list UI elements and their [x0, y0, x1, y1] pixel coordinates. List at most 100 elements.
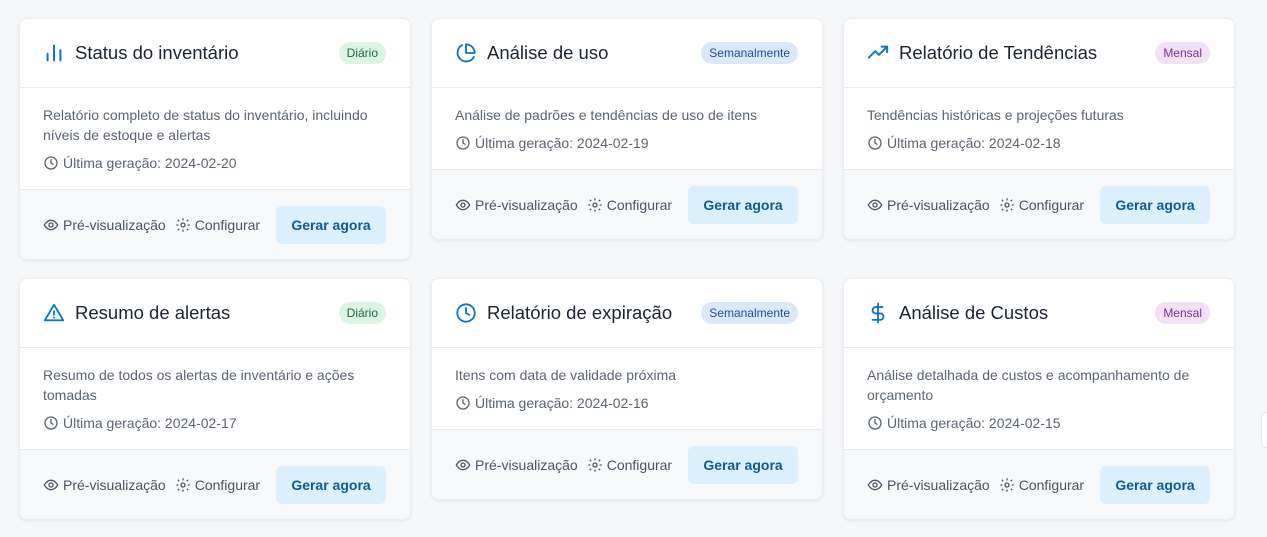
side-panel-handle[interactable] — [1261, 412, 1267, 448]
report-card-grid: Status do inventário Diário Relatório co… — [19, 18, 1235, 520]
card-header: Relatório de expiração Semanalmente — [432, 279, 822, 348]
preview-label: Pré-visualização — [63, 216, 166, 233]
frequency-badge: Semanalmente — [701, 302, 798, 324]
preview-label: Pré-visualização — [475, 456, 578, 473]
card-footer: Pré-visualização Configurar Gerar agora — [844, 449, 1234, 519]
frequency-badge: Semanalmente — [701, 42, 798, 64]
eye-icon — [867, 199, 883, 210]
configure-label: Configurar — [1018, 476, 1085, 493]
preview-button[interactable]: Pré-visualização — [455, 457, 578, 473]
card-footer: Pré-visualização Configurar Gerar agora — [20, 449, 410, 519]
report-card: Relatório de Tendências Mensal Tendência… — [843, 18, 1235, 240]
last-generated: Última geração: 2024-02-20 — [43, 153, 386, 173]
configure-label: Configurar — [194, 476, 261, 493]
clock-icon — [868, 136, 882, 150]
clock-icon — [44, 156, 58, 170]
gear-icon — [588, 457, 602, 472]
clock-icon — [456, 136, 470, 150]
report-card: Resumo de alertas Diário Resumo de todos… — [19, 278, 411, 520]
card-description: Tendências históricas e projeções futura… — [867, 107, 1124, 123]
configure-button[interactable]: Configurar — [587, 197, 672, 213]
generate-now-button[interactable]: Gerar agora — [276, 205, 386, 244]
last-generated-text: Última geração: 2024-02-16 — [475, 395, 649, 411]
frequency-badge: Mensal — [1155, 302, 1210, 324]
card-body: Tendências históricas e projeções futura… — [844, 88, 1234, 153]
frequency-badge: Diário — [338, 42, 386, 64]
card-footer: Pré-visualização Configurar Gerar agora — [432, 169, 822, 239]
card-footer: Pré-visualização Configurar Gerar agora — [844, 169, 1234, 239]
pie-chart-icon — [455, 42, 477, 64]
card-footer: Pré-visualização Configurar Gerar agora — [20, 189, 410, 259]
gear-icon — [176, 217, 190, 232]
clock-icon — [455, 302, 477, 324]
last-generated-text: Última geração: 2024-02-19 — [475, 135, 649, 151]
last-generated: Última geração: 2024-02-17 — [43, 413, 386, 433]
last-generated-text: Última geração: 2024-02-17 — [63, 415, 237, 431]
gear-icon — [176, 477, 190, 492]
preview-button[interactable]: Pré-visualização — [455, 197, 578, 213]
card-description: Análise detalhada de custos e acompanham… — [867, 367, 1190, 403]
card-title: Análise de uso — [487, 42, 609, 63]
clock-icon — [868, 416, 882, 430]
card-title: Resumo de alertas — [75, 302, 231, 323]
generate-now-button[interactable]: Gerar agora — [688, 445, 798, 484]
card-title: Status do inventário — [75, 42, 239, 63]
configure-label: Configurar — [194, 216, 261, 233]
eye-icon — [455, 199, 471, 210]
trending-up-icon — [867, 42, 889, 64]
last-generated: Última geração: 2024-02-19 — [455, 133, 798, 153]
card-body: Itens com data de validade próxima Últim… — [432, 348, 822, 413]
card-title: Análise de Custos — [899, 302, 1049, 323]
card-header: Análise de uso Semanalmente — [432, 19, 822, 88]
generate-now-button[interactable]: Gerar agora — [276, 465, 386, 504]
card-header: Status do inventário Diário — [20, 19, 410, 88]
alert-triangle-icon — [43, 302, 65, 324]
eye-icon — [867, 479, 883, 490]
card-body: Resumo de todos os alertas de inventário… — [20, 348, 410, 433]
configure-button[interactable]: Configurar — [587, 457, 672, 473]
bar-chart-icon — [43, 42, 65, 64]
generate-now-button[interactable]: Gerar agora — [688, 185, 798, 224]
configure-label: Configurar — [1018, 196, 1085, 213]
report-card: Análise de uso Semanalmente Análise de p… — [431, 18, 823, 240]
configure-button[interactable]: Configurar — [999, 477, 1084, 493]
configure-button[interactable]: Configurar — [999, 197, 1084, 213]
configure-label: Configurar — [606, 196, 673, 213]
configure-label: Configurar — [606, 456, 673, 473]
preview-label: Pré-visualização — [887, 476, 990, 493]
eye-icon — [43, 479, 59, 490]
card-description: Relatório completo de status do inventár… — [43, 107, 368, 143]
card-footer: Pré-visualização Configurar Gerar agora — [432, 429, 822, 499]
configure-button[interactable]: Configurar — [175, 477, 260, 493]
generate-now-button[interactable]: Gerar agora — [1100, 465, 1210, 504]
frequency-badge: Diário — [338, 302, 386, 324]
frequency-badge: Mensal — [1155, 42, 1210, 64]
last-generated-text: Última geração: 2024-02-20 — [63, 155, 237, 171]
preview-label: Pré-visualização — [475, 196, 578, 213]
gear-icon — [1000, 197, 1014, 212]
preview-button[interactable]: Pré-visualização — [43, 477, 166, 493]
gear-icon — [1000, 477, 1014, 492]
report-card: Análise de Custos Mensal Análise detalha… — [843, 278, 1235, 520]
card-header: Análise de Custos Mensal — [844, 279, 1234, 348]
preview-label: Pré-visualização — [63, 476, 166, 493]
preview-button[interactable]: Pré-visualização — [867, 197, 990, 213]
card-body: Análise detalhada de custos e acompanham… — [844, 348, 1234, 433]
configure-button[interactable]: Configurar — [175, 217, 260, 233]
card-body: Relatório completo de status do inventár… — [20, 88, 410, 173]
eye-icon — [43, 219, 59, 230]
generate-now-button[interactable]: Gerar agora — [1100, 185, 1210, 224]
preview-button[interactable]: Pré-visualização — [43, 217, 166, 233]
last-generated: Última geração: 2024-02-18 — [867, 133, 1210, 153]
dollar-icon — [867, 302, 889, 324]
card-description: Itens com data de validade próxima — [455, 367, 677, 383]
eye-icon — [455, 459, 471, 470]
card-description: Análise de padrões e tendências de uso d… — [455, 107, 757, 123]
last-generated-text: Última geração: 2024-02-18 — [887, 135, 1061, 151]
card-title: Relatório de Tendências — [899, 42, 1098, 63]
preview-button[interactable]: Pré-visualização — [867, 477, 990, 493]
card-header: Relatório de Tendências Mensal — [844, 19, 1234, 88]
preview-label: Pré-visualização — [887, 196, 990, 213]
clock-icon — [456, 396, 470, 410]
card-header: Resumo de alertas Diário — [20, 279, 410, 348]
